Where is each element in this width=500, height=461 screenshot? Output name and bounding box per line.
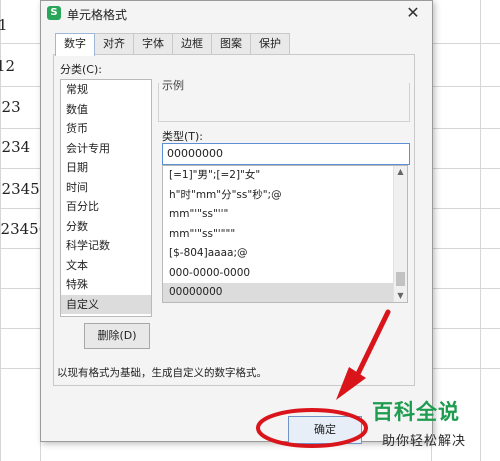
tab-number[interactable]: 数字 xyxy=(55,33,95,56)
annotation-overlay xyxy=(256,309,391,448)
watermark: 百科全说 助你轻松解决 xyxy=(372,396,497,456)
watermark-sub: 助你轻松解决 xyxy=(382,434,467,449)
annotation-ellipse xyxy=(256,408,368,448)
watermark-main: 百科全说 xyxy=(372,400,460,424)
annotation-arrow-shaft xyxy=(352,309,391,383)
